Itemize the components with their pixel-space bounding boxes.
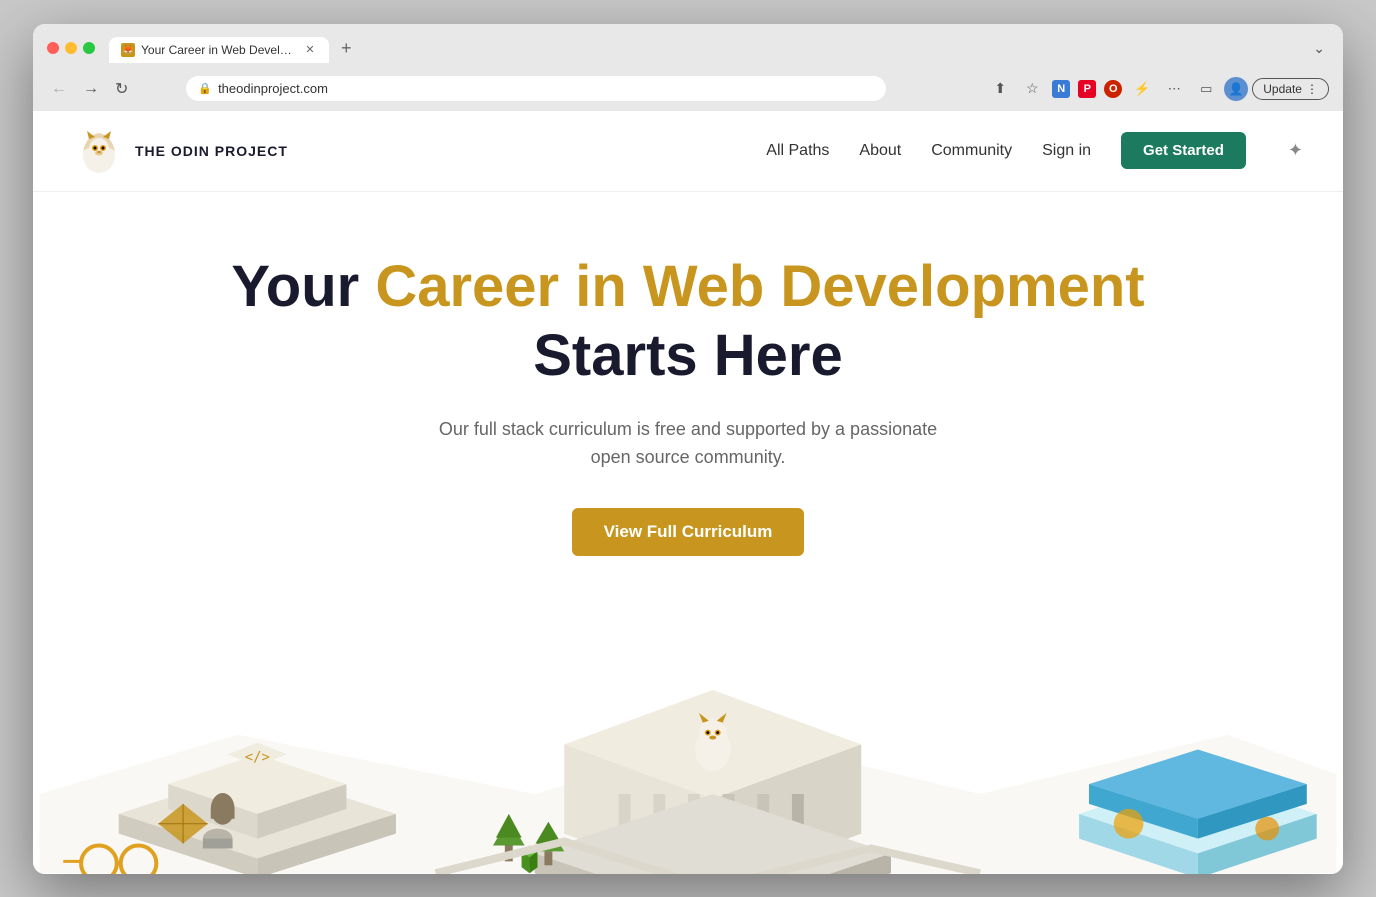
update-menu-icon: ⋮: [1306, 82, 1318, 96]
pinterest-extension-icon[interactable]: P: [1078, 80, 1096, 98]
bookmark-icon[interactable]: ☆: [1018, 75, 1046, 103]
window-controls-chevron[interactable]: ⌄: [1309, 36, 1329, 61]
community-nav-link[interactable]: Community: [931, 142, 1012, 160]
back-button[interactable]: ←: [47, 76, 71, 102]
odin-logo: [73, 125, 125, 177]
logo-area[interactable]: THE ODIN PROJECT: [73, 125, 288, 177]
browser-window: 🦊 Your Career in Web Developme... ✕ + ⌄ …: [33, 24, 1343, 874]
forward-button[interactable]: →: [79, 76, 103, 102]
extensions-icon[interactable]: ⚡: [1128, 75, 1156, 103]
update-label: Update: [1263, 82, 1302, 96]
site-navbar: THE ODIN PROJECT All Paths About Communi…: [33, 111, 1343, 192]
view-curriculum-button[interactable]: View Full Curriculum: [572, 508, 805, 556]
tab-favicon-icon: 🦊: [121, 43, 135, 57]
more-extensions-icon[interactable]: ⋯: [1160, 75, 1188, 103]
notion-extension-icon[interactable]: N: [1052, 80, 1070, 98]
hero-subtitle: Our full stack curriculum is free and su…: [438, 415, 938, 473]
traffic-lights: [47, 42, 95, 54]
maximize-button[interactable]: [83, 42, 95, 54]
address-bar-row: ← → ↻ 🔒 theodinproject.com ⬆ ☆ N P O ⚡ ⋯…: [33, 71, 1343, 111]
tab-close-button[interactable]: ✕: [303, 43, 317, 57]
nav-links: All Paths About Community Sign in Get St…: [766, 132, 1303, 169]
about-nav-link[interactable]: About: [859, 142, 901, 160]
close-button[interactable]: [47, 42, 59, 54]
svg-text:</>: </>: [245, 750, 270, 766]
hero-title: Your Career in Web Development Starts He…: [231, 252, 1144, 391]
update-button[interactable]: Update ⋮: [1252, 78, 1329, 100]
active-tab[interactable]: 🦊 Your Career in Web Developme... ✕: [109, 37, 329, 63]
isometric-scene-svg: </>: [33, 596, 1343, 873]
profile-avatar[interactable]: 👤: [1224, 77, 1248, 101]
hero-section: Your Career in Web Development Starts He…: [33, 192, 1343, 874]
minimize-button[interactable]: [65, 42, 77, 54]
page-content: THE ODIN PROJECT All Paths About Communi…: [33, 111, 1343, 874]
sidebar-icon[interactable]: ▭: [1192, 75, 1220, 103]
hero-title-part2: Starts Here: [533, 323, 842, 388]
hero-title-highlight: Career in Web Development: [375, 254, 1144, 319]
toolbar-icons: ⬆ ☆ N P O ⚡ ⋯ ▭ 👤 Update ⋮: [986, 75, 1329, 103]
lock-icon: 🔒: [198, 82, 212, 95]
hero-title-part1: Your: [231, 254, 375, 319]
logo-text: THE ODIN PROJECT: [135, 143, 288, 159]
browser-chrome: 🦊 Your Career in Web Developme... ✕ + ⌄ …: [33, 24, 1343, 111]
refresh-button[interactable]: ↻: [111, 75, 132, 103]
tab-bar: 🦊 Your Career in Web Developme... ✕ +: [109, 34, 1301, 63]
tab-title: Your Career in Web Developme...: [141, 43, 297, 57]
all-paths-nav-link[interactable]: All Paths: [766, 142, 829, 160]
odin-extension-icon[interactable]: O: [1104, 80, 1122, 98]
hero-illustration: </>: [33, 596, 1343, 873]
url-text: theodinproject.com: [218, 81, 328, 96]
get-started-button[interactable]: Get Started: [1121, 132, 1246, 169]
sign-in-link[interactable]: Sign in: [1042, 142, 1091, 160]
theme-toggle-button[interactable]: ✦: [1288, 140, 1303, 161]
address-bar[interactable]: 🔒 theodinproject.com: [186, 76, 886, 101]
new-tab-button[interactable]: +: [333, 34, 360, 63]
share-icon[interactable]: ⬆: [986, 75, 1014, 103]
